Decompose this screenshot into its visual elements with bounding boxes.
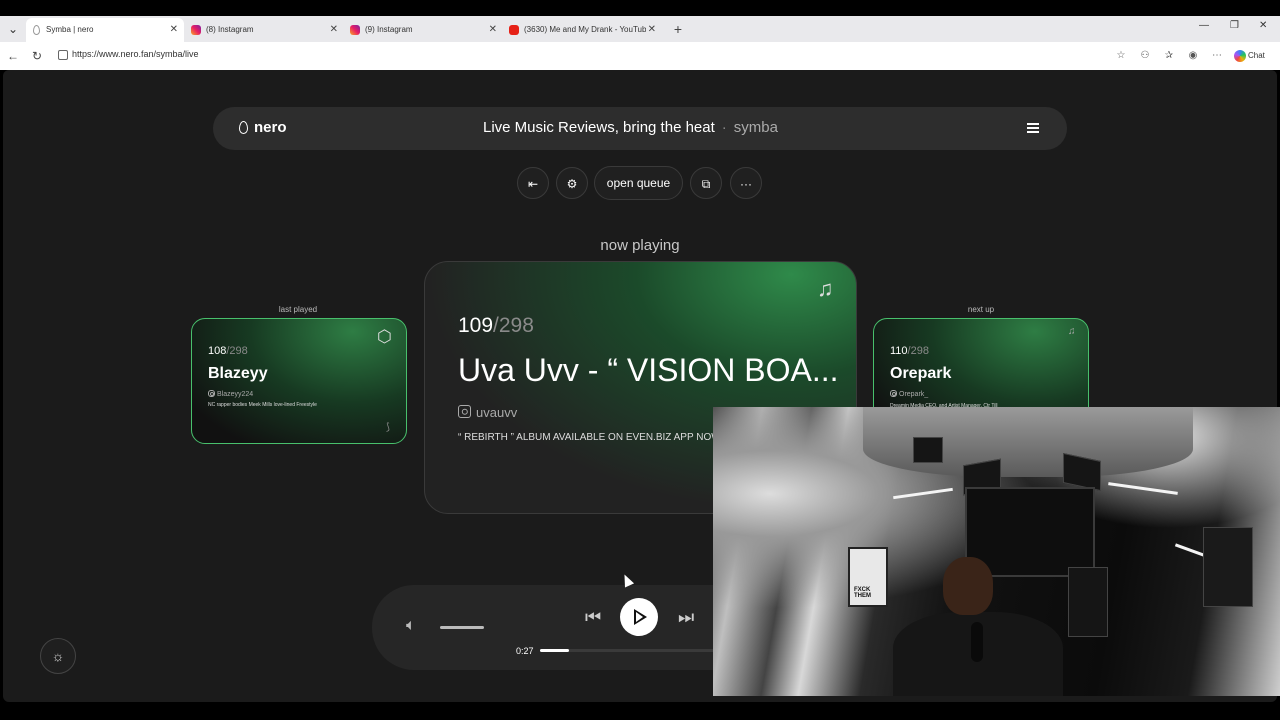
more-options-icon[interactable]: ⋯ — [1210, 50, 1224, 62]
nero-drop-icon: ⟆ — [386, 422, 390, 433]
site-header: nero Live Music Reviews, bring the heat ·… — [213, 107, 1067, 150]
volume-slider[interactable] — [440, 626, 484, 629]
settings-button[interactable]: ⚙ — [556, 167, 588, 199]
profile-avatar-icon[interactable]: ◉ — [1186, 50, 1200, 62]
submission-description: “ REBIRTH ” ALBUM AVAILABLE ON EVEN.BIZ … — [458, 432, 721, 443]
exit-icon: ⇤ — [527, 177, 539, 191]
screen-top-border — [0, 0, 1280, 16]
tab-title: (9) Instagram — [365, 25, 413, 34]
tab-title: Symba | nero — [46, 25, 94, 34]
nero-drop-icon — [239, 121, 248, 134]
title-separator: · — [721, 119, 727, 136]
stream-title-text: Live Music Reviews, bring the heat — [483, 119, 715, 136]
reload-icon[interactable]: ↻ — [29, 48, 45, 64]
speaker — [913, 437, 943, 463]
gear-icon: ⚙ — [566, 177, 578, 191]
tab-youtube[interactable]: (3630) Me and My Drank - YouTube ✕ — [504, 18, 662, 42]
music-note-icon: ♫ — [817, 276, 834, 301]
favorite-star-icon[interactable]: ☆ — [1114, 50, 1128, 62]
last-played-card[interactable]: ⬡ 108/298 Blazeyy Blazeyy224 NC rapper b… — [191, 318, 407, 444]
tab-list-chevron-icon[interactable]: ⌄ — [4, 21, 22, 37]
site-info-icon[interactable] — [58, 50, 68, 60]
instagram-icon — [191, 25, 201, 35]
tab-title: (3630) Me and My Drank - YouTube — [524, 25, 651, 34]
theme-toggle-button[interactable]: ☼ — [40, 638, 76, 674]
streamer-head — [943, 557, 993, 615]
youtube-icon — [509, 25, 519, 35]
progress-fill — [540, 649, 569, 652]
logo-text: nero — [254, 119, 287, 136]
open-queue-button[interactable]: open queue — [594, 166, 683, 200]
back-arrow-icon[interactable]: ← — [5, 48, 21, 64]
cube-icon: ⬡ — [377, 327, 392, 346]
submission-title: Orepark — [890, 365, 952, 382]
previous-track-icon[interactable]: ⏮︎ — [585, 607, 601, 628]
last-played-label: last played — [278, 305, 318, 314]
streamer-name: symba — [733, 119, 778, 136]
poster-frame: FXCK THEM — [848, 547, 888, 607]
copilot-icon — [1234, 50, 1246, 62]
stream-title: Live Music Reviews, bring the heat · symba — [483, 119, 778, 136]
copilot-chat-button[interactable]: Chat — [1232, 47, 1265, 65]
elapsed-time: 0:27 — [516, 646, 534, 656]
nero-logo[interactable]: nero — [239, 119, 287, 136]
browser-chrome: ⌄ Symba | nero ✕ (8) Instagram ✕ (9) Ins… — [0, 16, 1280, 70]
instagram-icon — [458, 405, 471, 418]
hamburger-menu-icon[interactable] — [1027, 123, 1039, 133]
new-tab-plus-icon[interactable]: + — [670, 20, 686, 38]
address-bar[interactable]: https://www.nero.fan/symba/live — [52, 45, 1132, 67]
tab-close-icon[interactable]: ✕ — [645, 18, 656, 42]
webcam-overlay: FXCK THEM — [713, 407, 1280, 696]
submission-number: 110/298 — [890, 345, 929, 357]
more-button[interactable]: ··· — [730, 167, 762, 199]
speaker — [1203, 527, 1253, 607]
tab-close-icon[interactable]: ✕ — [170, 18, 178, 42]
now-playing-label: now playing — [600, 237, 680, 254]
instagram-handle[interactable]: Blazeyy224 — [208, 390, 253, 398]
chat-label: Chat — [1248, 51, 1265, 60]
share-button[interactable]: ⧉ — [690, 167, 722, 199]
instagram-handle[interactable]: Orepark_ — [890, 390, 928, 398]
extensions-icon[interactable]: ⚇ — [1138, 50, 1152, 62]
light-strip — [893, 487, 953, 500]
submission-title: Uva Uvv - “ VISION BOA... — [458, 352, 839, 388]
speaker — [1068, 567, 1108, 637]
address-bar-row: ← ↻ https://www.nero.fan/symba/live ☆ ⚇ … — [0, 42, 1280, 70]
share-icon: ⧉ — [701, 177, 711, 191]
nero-drop-icon — [33, 25, 40, 35]
next-up-label: next up — [967, 305, 995, 314]
tab-symba-nero[interactable]: Symba | nero ✕ — [26, 18, 184, 42]
microphone — [971, 622, 983, 662]
screen-bottom-border — [0, 702, 1280, 720]
volume-icon[interactable]: 🔈︎ — [406, 617, 416, 635]
play-button[interactable] — [620, 598, 658, 636]
light-strip — [1108, 482, 1178, 495]
ellipsis-icon: ··· — [740, 177, 752, 191]
submission-number: 108/298 — [208, 345, 248, 357]
sun-icon: ☼ — [51, 648, 65, 664]
submission-description: NC rapper bodies Meek Mills love-lined F… — [208, 402, 317, 408]
tab-instagram-8[interactable]: (8) Instagram ✕ — [186, 18, 344, 42]
next-track-icon[interactable]: ⏭︎ — [678, 607, 694, 628]
instagram-icon — [208, 390, 215, 397]
favorites-icon[interactable]: ✰ — [1162, 50, 1176, 62]
tab-title: (8) Instagram — [206, 25, 254, 34]
instagram-handle[interactable]: uvauvv — [458, 405, 517, 420]
exit-button[interactable]: ⇤ — [517, 167, 549, 199]
restore-icon[interactable]: ❐ — [1230, 20, 1239, 31]
music-note-icon: ♫ — [1068, 326, 1076, 337]
tab-instagram-9[interactable]: (9) Instagram ✕ — [345, 18, 503, 42]
submission-title: Blazeyy — [208, 365, 268, 382]
instagram-icon — [350, 25, 360, 35]
url-text: https://www.nero.fan/symba/live — [72, 49, 199, 59]
minimize-icon[interactable]: — — [1199, 20, 1209, 31]
submission-number: 109/298 — [458, 314, 534, 337]
tab-close-icon[interactable]: ✕ — [489, 18, 497, 42]
tab-strip: ⌄ Symba | nero ✕ (8) Instagram ✕ (9) Ins… — [0, 16, 1280, 42]
instagram-icon — [890, 390, 897, 397]
tab-close-icon[interactable]: ✕ — [330, 18, 338, 42]
window-close-icon[interactable]: ✕ — [1259, 20, 1267, 31]
